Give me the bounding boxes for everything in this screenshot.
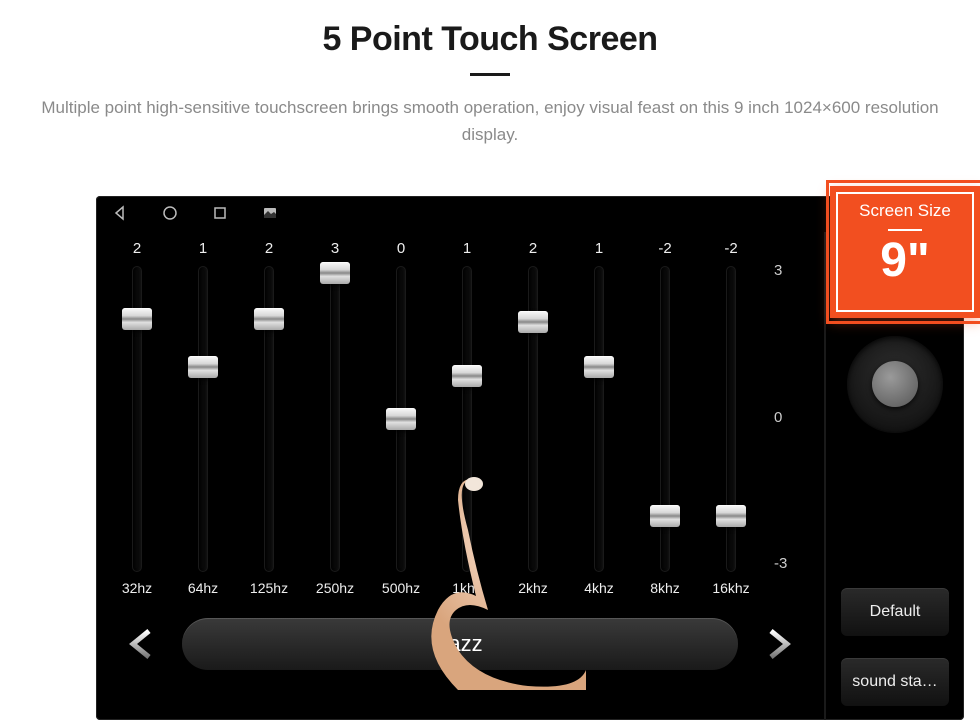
sound-stage-button[interactable]: sound sta… <box>841 658 949 706</box>
eq-slider-thumb[interactable] <box>254 308 284 330</box>
eq-band-value: 2 <box>265 240 273 262</box>
eq-scale: 3 0 -3 <box>770 240 802 600</box>
eq-band-16khz: -2 16khz <box>704 240 758 600</box>
eq-band-value: 0 <box>397 240 405 262</box>
default-button[interactable]: Default <box>841 588 949 636</box>
equalizer-panel: 2 32hz 1 64hz 2 125hz 3 250hz 0 500hz 1 1khz 2 2khz 1 4… <box>96 232 824 720</box>
badge-divider <box>888 229 922 231</box>
eq-slider-thumb[interactable] <box>716 505 746 527</box>
eq-band-freq: 250hz <box>316 580 354 600</box>
eq-band-125hz: 2 125hz <box>242 240 296 600</box>
eq-band-2khz: 2 2khz <box>506 240 560 600</box>
eq-slider-thumb[interactable] <box>320 262 350 284</box>
eq-slider[interactable] <box>726 266 736 572</box>
eq-band-freq: 64hz <box>188 580 218 600</box>
page-subtitle: Multiple point high-sensitive touchscree… <box>40 94 940 148</box>
page-title: 5 Point Touch Screen <box>0 20 980 59</box>
eq-band-8khz: -2 8khz <box>638 240 692 600</box>
eq-slider-thumb[interactable] <box>650 505 680 527</box>
badge-value: 9" <box>833 235 977 288</box>
eq-slider[interactable] <box>462 266 472 572</box>
eq-band-value: 2 <box>133 240 141 262</box>
eq-slider-thumb[interactable] <box>188 356 218 378</box>
eq-band-250hz: 3 250hz <box>308 240 362 600</box>
eq-band-500hz: 0 500hz <box>374 240 428 600</box>
eq-scale-mid: 0 <box>774 409 802 426</box>
sound-stage-label: sound sta… <box>852 673 937 691</box>
eq-slider[interactable] <box>132 266 142 572</box>
badge-label: Screen Size <box>833 201 977 221</box>
eq-slider[interactable] <box>594 266 604 572</box>
eq-band-freq: 2khz <box>518 580 548 600</box>
eq-scale-min: -3 <box>774 555 802 572</box>
eq-band-freq: 4khz <box>584 580 614 600</box>
eq-slider-thumb[interactable] <box>386 408 416 430</box>
home-icon[interactable] <box>162 205 178 224</box>
eq-slider[interactable] <box>396 266 406 572</box>
eq-band-64hz: 1 64hz <box>176 240 230 600</box>
eq-band-value: 1 <box>595 240 603 262</box>
eq-band-freq: 8khz <box>650 580 680 600</box>
eq-band-4khz: 1 4khz <box>572 240 626 600</box>
preset-prev-button[interactable] <box>120 622 164 666</box>
eq-band-value: 2 <box>529 240 537 262</box>
preset-label: Jazz <box>437 631 482 657</box>
back-icon[interactable] <box>112 205 128 224</box>
eq-band-freq: 16khz <box>712 580 749 600</box>
eq-band-freq: 32hz <box>122 580 152 600</box>
eq-band-value: -2 <box>724 240 737 262</box>
eq-slider[interactable] <box>660 266 670 572</box>
round-control-button[interactable] <box>847 336 943 432</box>
eq-band-freq: 500hz <box>382 580 420 600</box>
preset-selector[interactable]: Jazz <box>182 618 738 670</box>
eq-band-value: 3 <box>331 240 339 262</box>
eq-slider-thumb[interactable] <box>518 311 548 333</box>
recent-icon[interactable] <box>212 205 228 224</box>
eq-band-freq: 125hz <box>250 580 288 600</box>
eq-band-1khz: 1 1khz <box>440 240 494 600</box>
eq-band-freq: 1khz <box>452 580 482 600</box>
screen-size-badge: Screen Size 9" <box>830 186 980 318</box>
eq-slider[interactable] <box>330 266 340 572</box>
preset-next-button[interactable] <box>756 622 800 666</box>
eq-slider[interactable] <box>264 266 274 572</box>
eq-band-value: 1 <box>199 240 207 262</box>
eq-slider-thumb[interactable] <box>122 308 152 330</box>
eq-band-value: 1 <box>463 240 471 262</box>
title-underline <box>470 73 510 76</box>
eq-band-value: -2 <box>658 240 671 262</box>
eq-band-32hz: 2 32hz <box>110 240 164 600</box>
eq-slider-thumb[interactable] <box>452 365 482 387</box>
eq-slider-thumb[interactable] <box>584 356 614 378</box>
gallery-icon[interactable] <box>262 205 278 224</box>
eq-slider[interactable] <box>528 266 538 572</box>
eq-slider[interactable] <box>198 266 208 572</box>
eq-scale-max: 3 <box>774 262 802 279</box>
default-button-label: Default <box>870 603 921 621</box>
round-inner-icon <box>872 361 918 407</box>
